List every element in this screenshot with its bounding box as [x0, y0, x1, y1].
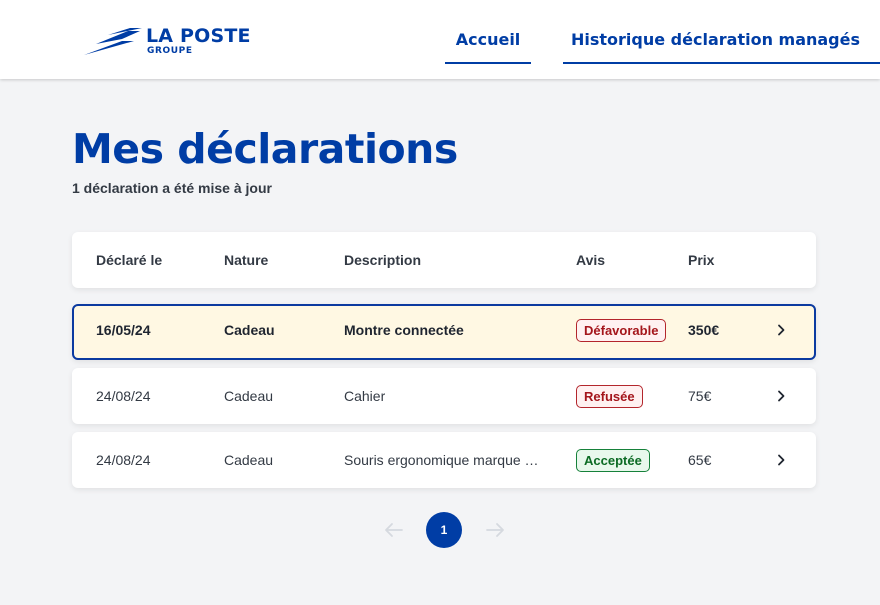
row-prix: 75€ [688, 388, 712, 404]
row-nature: Cadeau [224, 452, 274, 468]
table-header-row: Déclaré le Nature Description Avis Prix [72, 232, 816, 288]
row-avis: Défavorable [576, 304, 686, 356]
top-header: LA POSTE GROUPE Accueil Historique décla… [0, 0, 880, 79]
row-description-text: Souris ergonomique marque D... [344, 452, 544, 468]
row-open-button[interactable] [770, 368, 792, 424]
row-description-text: Montre connectée [344, 322, 464, 338]
table-row[interactable]: 24/08/24 Cadeau Souris ergonomique marqu… [72, 432, 816, 488]
row-nature: Cadeau [224, 322, 275, 338]
status-badge: Acceptée [576, 448, 650, 472]
chevron-right-icon [778, 390, 785, 402]
status-badge: Refusée [576, 384, 643, 408]
page-title: Mes déclarations [72, 125, 458, 173]
row-nature: Cadeau [224, 388, 274, 404]
row-description-text: Cahier [344, 388, 386, 404]
pagination-prev-button[interactable] [383, 519, 405, 541]
row-date: 16/05/24 [96, 322, 151, 338]
row-date: 24/08/24 [96, 452, 151, 468]
arrow-right-icon [486, 523, 504, 537]
row-open-button[interactable] [770, 432, 792, 488]
chevron-right-icon [778, 324, 785, 336]
la-poste-bird-icon [84, 28, 142, 55]
column-header-avis: Avis [576, 252, 606, 268]
row-description: Montre connectée [344, 304, 544, 356]
page: LA POSTE GROUPE Accueil Historique décla… [0, 0, 880, 605]
status-badge: Défavorable [576, 318, 667, 342]
update-notice: 1 déclaration a été mise à jour [72, 180, 272, 196]
row-prix: 65€ [688, 452, 712, 468]
chevron-right-icon [778, 454, 785, 466]
logo-sub-text: GROUPE [147, 45, 193, 56]
nav-tab-home[interactable]: Accueil [445, 30, 531, 64]
table-row[interactable]: 24/08/24 Cadeau Cahier Refusée 75€ [72, 368, 816, 424]
pagination-next-button[interactable] [484, 519, 506, 541]
logo-main-text: LA POSTE [146, 24, 251, 47]
row-open-button[interactable] [770, 304, 792, 356]
arrow-left-icon [385, 523, 403, 537]
column-header-nature: Nature [224, 252, 269, 268]
la-poste-logo[interactable]: LA POSTE GROUPE [82, 24, 251, 58]
row-date: 24/08/24 [96, 388, 151, 404]
logo-text: LA POSTE GROUPE [146, 24, 251, 56]
table-row[interactable]: 16/05/24 Cadeau Montre connectée Défavor… [72, 304, 816, 360]
row-avis: Refusée [576, 368, 686, 424]
column-header-prix: Prix [688, 252, 715, 268]
nav-tab-history[interactable]: Historique déclaration managés [563, 30, 880, 64]
row-prix: 350€ [688, 322, 720, 338]
column-header-date: Déclaré le [96, 252, 163, 268]
row-description: Cahier [344, 368, 544, 424]
row-avis: Acceptée [576, 432, 686, 488]
column-header-description: Description [344, 252, 422, 268]
row-description: Souris ergonomique marque D... [344, 432, 544, 488]
pagination-page-current[interactable]: 1 [426, 512, 462, 548]
